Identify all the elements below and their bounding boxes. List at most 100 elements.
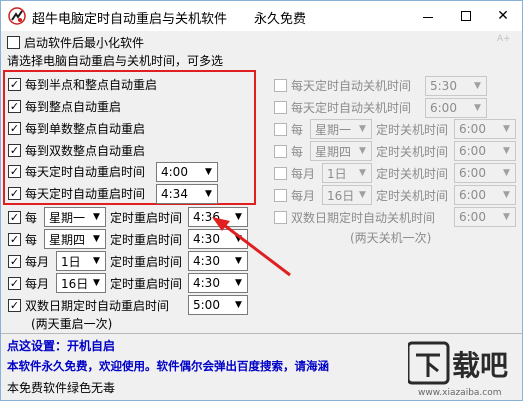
selected-day: 16日 — [327, 188, 355, 203]
weekly-shutdown-time-select[interactable]: 6:00 ▼ — [454, 141, 516, 161]
month-day-select[interactable]: 16日 ▼ — [56, 273, 106, 293]
selected-time: 4:00 — [161, 165, 188, 179]
maximize-button[interactable] — [447, 1, 485, 31]
restart-checkbox[interactable] — [8, 122, 21, 135]
minimize-on-start-checkbox[interactable] — [7, 36, 20, 49]
minimize-on-start-option[interactable]: 启动软件后最小化软件 — [7, 34, 144, 51]
even-day-shutdown-option[interactable]: 双数日期定时自动关机时间 — [274, 209, 435, 226]
monthly-shutdown-time-select[interactable]: 6:00 ▼ — [454, 185, 516, 205]
dropdown-arrow-icon: ▼ — [93, 256, 100, 266]
dropdown-arrow-icon: ▼ — [474, 103, 481, 113]
free-label: 永久免费 — [254, 12, 307, 27]
daily-shutdown-time-select[interactable]: 6:00 ▼ — [425, 98, 487, 118]
weekday-select[interactable]: 星期一 ▼ — [310, 119, 372, 139]
month-day-select[interactable]: 1日 ▼ — [322, 163, 372, 183]
selected-time: 6:00 — [459, 144, 486, 158]
weekly-shutdown-time-select[interactable]: 6:00 ▼ — [454, 119, 516, 139]
daily-shutdown-time-select[interactable]: 5:30 ▼ — [425, 76, 487, 96]
weekday-select[interactable]: 星期四 ▼ — [310, 141, 372, 161]
even-day-shutdown-time-select[interactable]: 6:00 ▼ — [454, 207, 516, 227]
minimize-icon — [423, 16, 433, 18]
even-day-restart-checkbox[interactable] — [8, 299, 21, 312]
even-day-shutdown-checkbox[interactable] — [274, 211, 287, 224]
daily-restart-time-select[interactable]: 4:34 ▼ — [156, 184, 218, 204]
even-day-restart-time-select[interactable]: 5:00 ▼ — [188, 295, 248, 315]
weekly-restart-checkbox[interactable] — [8, 211, 21, 224]
dropdown-arrow-icon: ▼ — [474, 81, 481, 91]
restart-checkbox[interactable] — [8, 144, 21, 157]
daily-restart-option[interactable]: 每天定时自动重启时间 — [8, 185, 145, 202]
app-window: 超牛电脑定时自动重启与关机软件 永久免费 ✕ A+ 启动软件后最小化软件 请选择… — [0, 0, 523, 401]
restart-checkbox[interactable] — [8, 78, 21, 91]
free-notice-text: 本软件永久免费，欢迎使用。软件偶尔会弹出百度搜索，请海涵 — [7, 359, 329, 373]
weekly-prefix: 每 — [25, 211, 38, 225]
monthly-shutdown-checkbox[interactable] — [274, 189, 287, 202]
watermark-logo: 载吧 www.xiazaiba.com — [406, 341, 520, 399]
restart-label: 每到半点和整点自动重启 — [25, 78, 158, 92]
weekly-restart-option[interactable]: 每 — [8, 231, 37, 248]
dropdown-arrow-icon: ▼ — [205, 189, 212, 199]
monthly-shutdown-checkbox[interactable] — [274, 167, 287, 180]
autostart-setting-link[interactable]: 点这设置：开机自启 — [7, 337, 115, 354]
selected-time: 6:00 — [430, 101, 457, 115]
daily-restart-checkbox[interactable] — [8, 165, 21, 178]
dropdown-arrow-icon: ▼ — [359, 124, 366, 134]
daily-shutdown-checkbox[interactable] — [274, 101, 287, 114]
monthly-shutdown-label: 定时关机时间 — [376, 167, 449, 181]
close-button[interactable]: ✕ — [484, 1, 522, 31]
weekly-restart-option[interactable]: 每 — [8, 209, 37, 226]
restart-option[interactable]: 每到半点和整点自动重启 — [8, 76, 157, 93]
restart-label: 每到双数整点自动重启 — [25, 144, 146, 158]
selected-day: 1日 — [327, 166, 347, 181]
weekly-restart-label: 定时重启时间 — [110, 211, 183, 225]
daily-shutdown-label: 每天定时自动关机时间 — [291, 101, 412, 115]
font-size-hint[interactable]: A+ — [497, 34, 511, 44]
selected-time: 6:00 — [459, 122, 486, 136]
monthly-prefix: 每月 — [25, 277, 50, 291]
minimize-on-start-label: 启动软件后最小化软件 — [24, 36, 145, 50]
dropdown-arrow-icon: ▼ — [359, 146, 366, 156]
month-day-select[interactable]: 1日 ▼ — [56, 251, 106, 271]
weekly-shutdown-option[interactable]: 每 — [274, 121, 303, 138]
daily-shutdown-option[interactable]: 每天定时自动关机时间 — [274, 77, 411, 94]
weekday-select[interactable]: 星期一 ▼ — [44, 207, 106, 227]
weekday-select[interactable]: 星期四 ▼ — [44, 229, 106, 249]
daily-restart-time-select[interactable]: 4:00 ▼ — [156, 162, 218, 182]
daily-shutdown-checkbox[interactable] — [274, 79, 287, 92]
restart-option[interactable]: 每到整点自动重启 — [8, 98, 121, 115]
daily-restart-checkbox[interactable] — [8, 187, 21, 200]
dropdown-arrow-icon: ▼ — [503, 146, 510, 156]
weekly-shutdown-checkbox[interactable] — [274, 145, 287, 158]
monthly-shutdown-option[interactable]: 每月 — [274, 187, 315, 204]
monthly-shutdown-option[interactable]: 每月 — [274, 165, 315, 182]
restart-option[interactable]: 每到双数整点自动重启 — [8, 142, 145, 159]
selected-time: 5:30 — [430, 79, 457, 93]
daily-restart-option[interactable]: 每天定时自动重启时间 — [8, 163, 145, 180]
dropdown-arrow-icon: ▼ — [359, 168, 366, 178]
monthly-restart-checkbox[interactable] — [8, 277, 21, 290]
weekly-shutdown-option[interactable]: 每 — [274, 143, 303, 160]
close-icon: ✕ — [497, 8, 509, 24]
autostart-setting-label: 点这设置：开机自启 — [7, 339, 116, 353]
monthly-prefix: 每月 — [291, 189, 316, 203]
monthly-restart-label: 定时重启时间 — [110, 277, 183, 291]
dropdown-arrow-icon: ▼ — [93, 212, 100, 222]
dropdown-arrow-icon: ▼ — [235, 300, 242, 310]
instruction-text: 请选择电脑自动重启与关机时间，可多选 — [7, 52, 223, 69]
dropdown-arrow-icon: ▼ — [503, 190, 510, 200]
monthly-restart-checkbox[interactable] — [8, 255, 21, 268]
selected-time: 6:00 — [459, 188, 486, 202]
monthly-restart-option[interactable]: 每月 — [8, 253, 49, 270]
restart-option[interactable]: 每到单数整点自动重启 — [8, 120, 145, 137]
weekly-shutdown-checkbox[interactable] — [274, 123, 287, 136]
monthly-prefix: 每月 — [25, 255, 50, 269]
daily-shutdown-label: 每天定时自动关机时间 — [291, 79, 412, 93]
weekly-restart-checkbox[interactable] — [8, 233, 21, 246]
monthly-restart-option[interactable]: 每月 — [8, 275, 49, 292]
even-day-restart-option[interactable]: 双数日期定时自动重启时间 — [8, 297, 169, 314]
month-day-select[interactable]: 16日 ▼ — [322, 185, 372, 205]
restart-checkbox[interactable] — [8, 100, 21, 113]
monthly-shutdown-time-select[interactable]: 6:00 ▼ — [454, 163, 516, 183]
daily-shutdown-option[interactable]: 每天定时自动关机时间 — [274, 99, 411, 116]
minimize-button[interactable] — [409, 1, 447, 31]
